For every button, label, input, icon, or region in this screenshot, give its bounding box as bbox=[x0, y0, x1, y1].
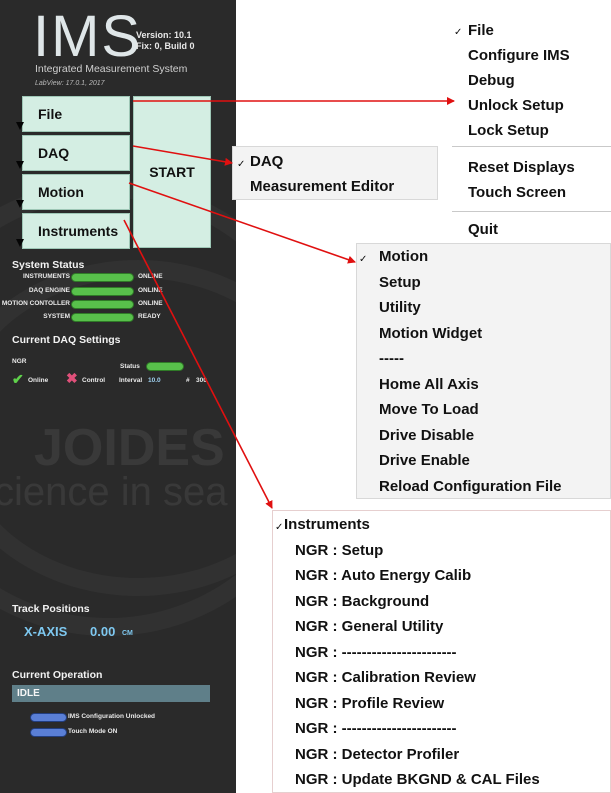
arrow-motion bbox=[128, 182, 356, 264]
arrow-daq bbox=[132, 145, 233, 166]
arrow-instruments bbox=[123, 219, 273, 509]
callout-arrows bbox=[123, 97, 455, 509]
